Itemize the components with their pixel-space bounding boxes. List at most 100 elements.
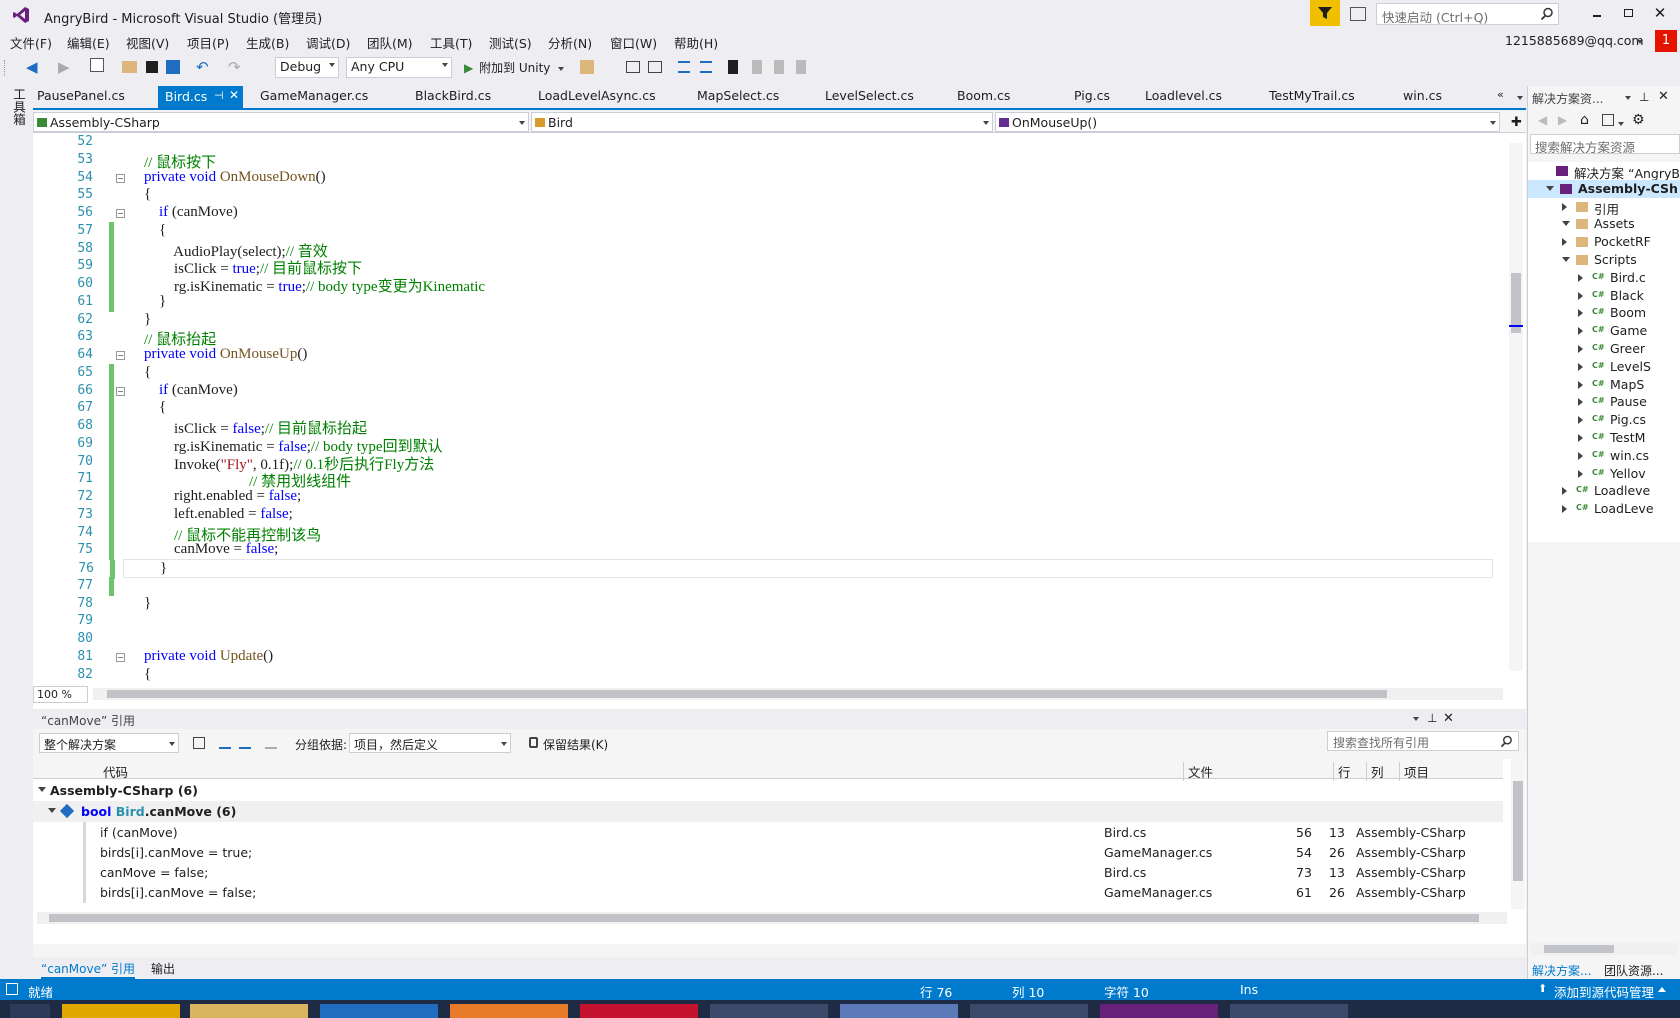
toolbox-strip[interactable]: 工具箱 <box>0 82 32 979</box>
results-horizontal-scrollbar[interactable] <box>37 912 1507 924</box>
attach-unity-button[interactable]: ▶ 附加到 Unity <box>464 56 565 78</box>
code-line[interactable]: 73 left.enabled = false; <box>33 505 1503 525</box>
tab-boom[interactable]: Boom.cs <box>957 88 1010 103</box>
tree-item[interactable]: C# Bird.c <box>1528 269 1680 287</box>
code-line[interactable]: 55 { <box>33 186 1503 205</box>
tree-item[interactable]: C# Pause <box>1528 393 1680 411</box>
source-control-button[interactable]: 添加到源代码管理 <box>1554 982 1654 1001</box>
code-line[interactable]: 56 − if (canMove) <box>33 204 1503 223</box>
code-lines[interactable]: 52 53 // 鼠标按下 54 − private void OnMouseDown… <box>33 133 1503 693</box>
redo-icon[interactable]: ↷ <box>228 58 241 76</box>
collapsed-icon[interactable] <box>1562 202 1567 211</box>
taskbar-app[interactable] <box>840 1004 958 1018</box>
zoom-select[interactable]: 100 % <box>33 686 88 703</box>
collapse-icon[interactable]: − <box>116 351 125 360</box>
close-button[interactable]: ✕ <box>1652 5 1668 21</box>
tab-scroll-icon[interactable]: « <box>1497 88 1504 101</box>
minimize-button[interactable] <box>1590 6 1604 20</box>
collapsed-icon[interactable] <box>1578 398 1583 407</box>
table-row[interactable]: canMove = false; Bird.cs 73 13 Assembly-CSha… <box>83 862 1503 883</box>
collapse-icon[interactable]: − <box>116 209 125 218</box>
menu-file[interactable]: 文件(F) <box>10 33 52 52</box>
code-line[interactable]: 80 <box>33 630 1503 649</box>
code-line[interactable]: 60 rg.isKinematic = true;// body type变更为… <box>33 275 1503 295</box>
tab-mapselect[interactable]: MapSelect.cs <box>697 88 779 103</box>
dropdown-icon[interactable] <box>1625 96 1631 100</box>
code-line[interactable]: 52 <box>33 133 1503 152</box>
menu-analyze[interactable]: 分析(N) <box>548 33 592 52</box>
code-line[interactable]: 68 isClick = false;// 目前鼠标抬起 <box>33 417 1503 437</box>
taskbar-app[interactable] <box>190 1004 308 1018</box>
tab-levelselect[interactable]: LevelSelect.cs <box>825 88 914 103</box>
menu-debug[interactable]: 调试(D) <box>306 33 350 52</box>
column-line[interactable]: 行 <box>1333 762 1351 781</box>
taskbar-app[interactable] <box>1230 1004 1348 1018</box>
tab-win[interactable]: win.cs <box>1403 88 1442 103</box>
collapsed-icon[interactable] <box>1578 434 1583 442</box>
scrollbar-thumb[interactable] <box>1544 945 1614 953</box>
expanded-icon[interactable] <box>1546 185 1554 191</box>
new-project-icon[interactable] <box>90 58 104 72</box>
tree-item[interactable]: Scripts <box>1528 251 1680 269</box>
toolbox-label[interactable]: 工具箱 <box>9 88 28 126</box>
table-row[interactable]: birds[i].canMove = false; GameManager.cs 6… <box>83 882 1503 903</box>
prev-bookmark-icon[interactable] <box>752 60 762 74</box>
expanded-icon[interactable] <box>1562 257 1570 262</box>
tree-item[interactable]: C# TestM <box>1528 429 1680 447</box>
project-dropdown[interactable]: Assembly-CSharp <box>33 112 529 132</box>
config-select[interactable]: Debug <box>275 57 339 78</box>
group-row-definition[interactable]: bool Bird.canMove (6) <box>33 801 1503 822</box>
quick-launch-input[interactable]: 快速启动 (Ctrl+Q) <box>1376 3 1559 25</box>
collapsed-icon[interactable] <box>1562 238 1567 247</box>
code-line[interactable]: 59 isClick = true;// 目前鼠标按下 <box>33 257 1503 277</box>
group-by-select[interactable]: 项目，然后定义 <box>349 733 511 753</box>
code-line[interactable]: 69 rg.isKinematic = false;// body type回到… <box>33 434 1503 455</box>
menu-edit[interactable]: 编辑(E) <box>67 33 110 52</box>
scrollbar-thumb[interactable] <box>49 914 1479 922</box>
step-over-icon[interactable] <box>648 61 662 73</box>
settings-icon[interactable]: ⚙ <box>1632 112 1645 128</box>
code-line[interactable]: 79 <box>33 612 1503 631</box>
clear-bookmarks-icon[interactable] <box>796 60 806 74</box>
tab-output[interactable]: 输出 <box>151 960 175 977</box>
code-line[interactable]: 63 // 鼠标抬起 <box>33 328 1503 348</box>
pin-icon[interactable]: ⊥ <box>1427 711 1437 725</box>
results-vertical-scrollbar[interactable] <box>1511 759 1525 909</box>
menu-test[interactable]: 测试(S) <box>489 33 532 52</box>
platform-select[interactable]: Any CPU <box>346 57 452 78</box>
menu-help[interactable]: 帮助(H) <box>674 33 718 52</box>
code-line[interactable]: 64 − private void OnMouseUp() <box>33 346 1503 365</box>
collapsed-icon[interactable] <box>1578 416 1583 425</box>
code-line[interactable]: 70 Invoke("Fly", 0.1f);// 0.1秒后执行Fly方法 <box>33 452 1503 473</box>
column-col[interactable]: 列 <box>1366 762 1384 781</box>
code-line[interactable]: 62 } <box>33 311 1503 330</box>
code-line[interactable]: 54 − private void OnMouseDown() <box>33 169 1503 188</box>
menu-project[interactable]: 项目(P) <box>187 33 229 52</box>
pin-icon[interactable]: ⊥ <box>1639 90 1649 104</box>
clear-filter-icon[interactable] <box>265 737 277 749</box>
tab-list-chevron-icon[interactable] <box>1517 96 1523 100</box>
outdent-icon[interactable] <box>700 61 712 73</box>
tree-item[interactable]: C# Loadleve <box>1528 482 1680 500</box>
tree-item[interactable]: PocketRF <box>1528 233 1680 251</box>
tab-pausepanel[interactable]: PausePanel.cs <box>37 88 125 103</box>
collapse-icon[interactable] <box>48 808 56 813</box>
find-icon[interactable] <box>580 60 594 74</box>
taskbar-app[interactable] <box>62 1004 180 1018</box>
group-row-project[interactable]: Assembly-CSharp (6) <box>33 780 1503 801</box>
source-control-icon[interactable]: ⬆ <box>1538 982 1547 995</box>
tab-team-explorer[interactable]: 团队资源... <box>1604 962 1663 979</box>
tab-loadlevelasync[interactable]: LoadLevelAsync.cs <box>538 88 656 103</box>
vertical-scrollbar[interactable] <box>1509 143 1523 671</box>
expanded-icon[interactable] <box>1562 221 1570 227</box>
code-line[interactable]: 66 − if (canMove) <box>33 381 1503 401</box>
tab-pig[interactable]: Pig.cs <box>1074 88 1110 103</box>
step-icon[interactable] <box>626 61 640 73</box>
close-tab-icon[interactable]: ✕ <box>229 88 239 102</box>
restore-button[interactable] <box>1622 7 1634 19</box>
open-file-icon[interactable] <box>122 61 137 73</box>
tab-gamemanager[interactable]: GameManager.cs <box>260 88 368 103</box>
indent-icon[interactable] <box>678 61 690 73</box>
scrollbar-thumb[interactable] <box>1513 781 1523 881</box>
collapsed-icon[interactable] <box>1578 469 1583 478</box>
